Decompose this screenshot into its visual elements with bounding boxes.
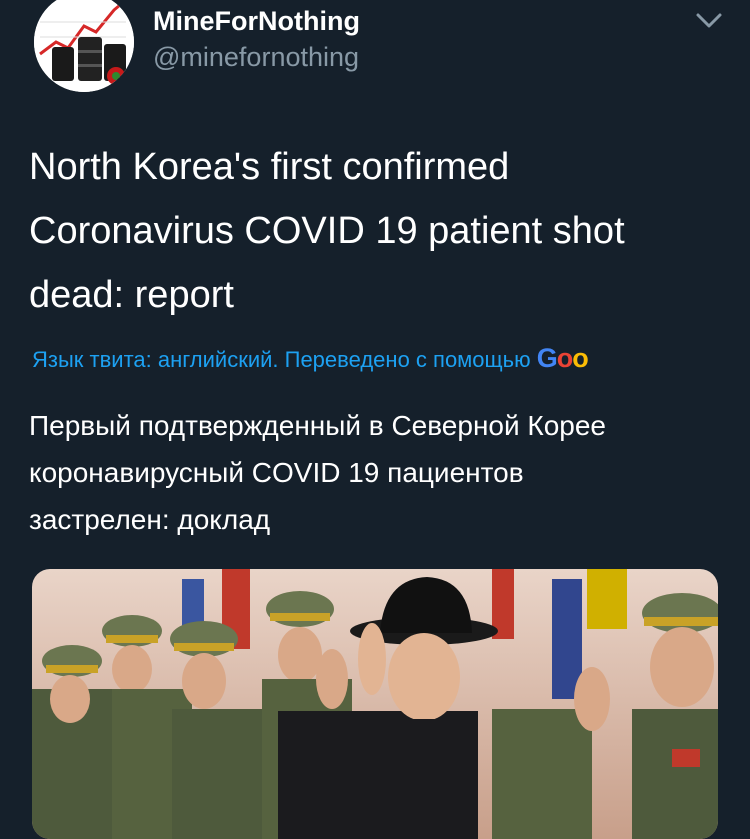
translated-text-line: коронавирусный COVID 19 пациентов [29,457,524,488]
tweet-text-line: dead: report [29,274,234,316]
tweet-text: North Korea's first confirmed Coronaviru… [29,135,729,327]
avatar[interactable] [34,0,134,92]
author-display-name[interactable]: MineForNothing [153,6,360,37]
chevron-down-icon[interactable] [694,10,724,32]
tweet-text-line: North Korea's first confirmed [29,146,510,188]
tweet-text-line: Coronavirus COVID 19 patient shot [29,210,625,252]
tweet-media-image[interactable] [32,569,718,839]
translation-note-text: Язык твита: английский. Переведено с пом… [32,347,531,372]
translation-note-link[interactable]: Язык твита: английский. Переведено с пом… [32,343,722,374]
translated-text-line: Первый подтвержденный в Северной Корее [29,410,606,441]
author-handle[interactable]: @minefornothing [153,42,359,73]
military-parade-photo [32,569,718,839]
translated-text: Первый подтвержденный в Северной Корее к… [29,402,729,543]
translated-text-line: застрелен: доклад [29,504,271,535]
oil-barrels-chart-icon [34,0,134,92]
google-logo: Goo [536,343,589,373]
